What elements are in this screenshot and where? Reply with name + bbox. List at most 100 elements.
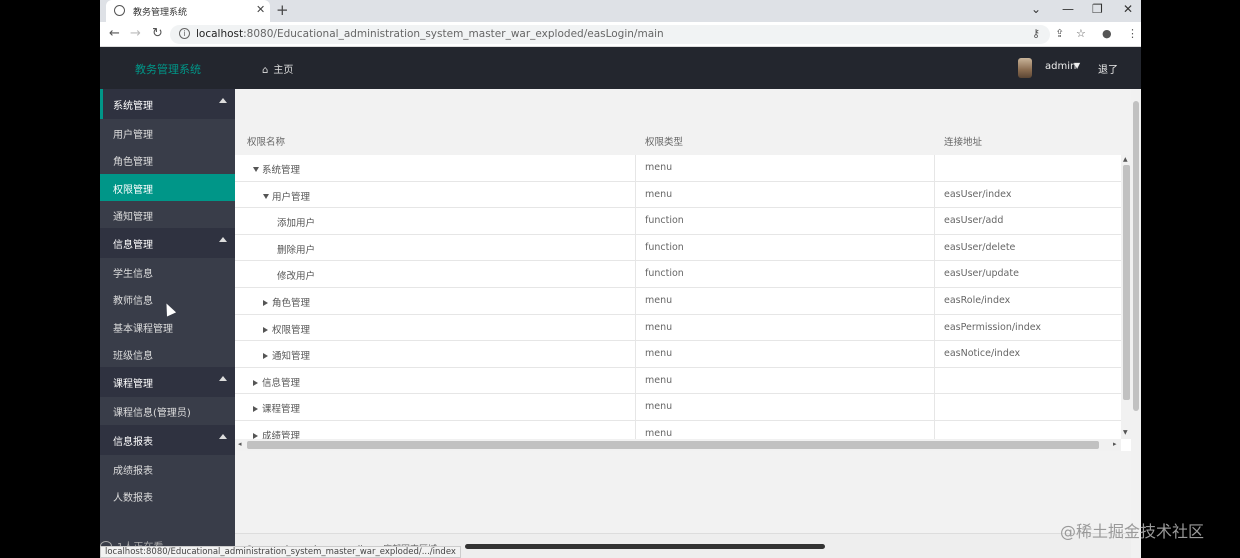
permission-type-cell: function: [645, 215, 684, 227]
sidebar-group-reports[interactable]: 信息报表: [100, 424, 235, 455]
scrollbar-thumb[interactable]: [1123, 165, 1130, 400]
permission-type-cell: menu: [645, 401, 673, 413]
avatar[interactable]: [1018, 58, 1032, 78]
close-window-button[interactable]: ✕: [1123, 2, 1133, 16]
globe-icon: [114, 5, 125, 16]
permission-url-cell: easUser/delete: [944, 241, 1016, 253]
table-row[interactable]: 删除用户 function easUser/delete: [235, 235, 1121, 262]
table-vertical-scrollbar[interactable]: ▲ ▼: [1121, 155, 1131, 439]
tab-title: 教务管理系统: [133, 8, 188, 18]
minimize-button[interactable]: —: [1062, 2, 1074, 16]
sidebar-item-permissions[interactable]: 权限管理: [100, 173, 235, 201]
caret-right-icon[interactable]: [263, 299, 268, 306]
share-icon[interactable]: ⇪: [1055, 27, 1064, 40]
column-header-type: 权限类型: [645, 137, 684, 148]
url-host: localhost: [196, 28, 244, 40]
sidebar-item-course-info[interactable]: 课程信息(管理员): [100, 397, 235, 424]
key-icon[interactable]: ⚷: [1032, 27, 1040, 40]
caret-right-icon[interactable]: [263, 353, 268, 360]
permission-url-cell: easRole/index: [944, 294, 1011, 306]
sidebar-item-roles[interactable]: 角色管理: [100, 146, 235, 173]
permission-url-cell: easUser/add: [944, 215, 1004, 227]
permission-url-cell: easUser/update: [944, 268, 1019, 280]
sidebar-item-notices[interactable]: 通知管理: [100, 201, 235, 228]
caret-right-icon[interactable]: [253, 406, 258, 413]
permission-name-cell: 权限管理: [263, 322, 310, 336]
scrollbar-thumb[interactable]: [1133, 101, 1139, 411]
scrollbar-thumb[interactable]: [247, 441, 1099, 449]
scroll-left-icon[interactable]: ◂: [238, 440, 242, 448]
permission-name-cell: 课程管理: [253, 401, 300, 415]
table-row[interactable]: 角色管理 menu easRole/index: [235, 288, 1121, 315]
permission-url-cell: easPermission/index: [944, 321, 1042, 333]
address-toolbar: ← → ↻ i localhost:8080/Educational_admin…: [100, 22, 1141, 47]
sidebar-group-label: 系统管理: [113, 101, 153, 112]
sidebar-item-courses-basic[interactable]: 基本课程管理: [100, 313, 235, 340]
url-bar[interactable]: i localhost:8080/Educational_administrat…: [170, 25, 1050, 44]
permission-name-cell: 系统管理: [253, 162, 300, 176]
table-row[interactable]: 权限管理 menu easPermission/index: [235, 315, 1121, 342]
caret-down-icon[interactable]: [253, 167, 259, 172]
chevron-down-icon[interactable]: ⌄: [1031, 2, 1041, 16]
back-arrow-icon[interactable]: ←: [109, 26, 120, 41]
caret-right-icon[interactable]: [253, 379, 258, 386]
tab-strip: 教务管理系统 ✕ + ⌄ — ❐ ✕: [100, 0, 1141, 22]
caret-down-icon[interactable]: ▼: [1074, 61, 1080, 70]
logout-link[interactable]: 退了: [1098, 61, 1118, 76]
permission-name-cell: 信息管理: [253, 375, 300, 389]
table-row[interactable]: 信息管理 menu: [235, 368, 1121, 395]
table-row[interactable]: 课程管理 menu: [235, 394, 1121, 421]
sidebar-group-courses[interactable]: 课程管理: [100, 367, 235, 398]
table-row[interactable]: 成绩管理 menu: [235, 421, 1121, 439]
permission-name-cell: 删除用户: [277, 244, 316, 256]
maximize-button[interactable]: ❐: [1092, 2, 1103, 16]
sidebar-group-system[interactable]: 系统管理: [100, 89, 235, 119]
permission-url-cell: easUser/index: [944, 188, 1012, 200]
table-row[interactable]: 用户管理 menu easUser/index: [235, 182, 1121, 209]
forward-arrow-icon[interactable]: →: [130, 26, 141, 41]
reload-icon[interactable]: ↻: [152, 26, 163, 41]
info-icon[interactable]: i: [179, 28, 190, 39]
sidebar-item-classes[interactable]: 班级信息: [100, 340, 235, 367]
close-icon[interactable]: ✕: [256, 3, 265, 16]
content-toolbar-area: [235, 89, 1131, 127]
caret-right-icon[interactable]: [263, 326, 268, 333]
home-link[interactable]: ⌂ 主页: [262, 61, 293, 76]
permission-name-cell: 角色管理: [263, 295, 310, 309]
sidebar-item-users[interactable]: 用户管理: [100, 119, 235, 146]
table-horizontal-scrollbar[interactable]: ◂ ▸: [235, 439, 1121, 451]
permission-type-cell: menu: [645, 427, 673, 439]
sidebar-group-info[interactable]: 信息管理: [100, 228, 235, 259]
video-progress-bar[interactable]: [465, 544, 825, 549]
caret-down-icon[interactable]: [263, 193, 269, 199]
permission-tree-table: 系统管理 menu 用户管理 menu easUser/index 添加用户 functio…: [235, 155, 1121, 439]
sidebar-item-students[interactable]: 学生信息: [100, 258, 235, 285]
menu-dots-icon[interactable]: ⋮: [1127, 27, 1138, 40]
user-menu[interactable]: admin: [1045, 61, 1076, 72]
permission-type-cell: menu: [645, 188, 673, 200]
scroll-up-icon[interactable]: ▲: [1123, 156, 1128, 163]
new-tab-button[interactable]: +: [276, 1, 289, 19]
star-icon[interactable]: ☆: [1076, 27, 1086, 40]
table-row[interactable]: 修改用户 function easUser/update: [235, 261, 1121, 288]
sidebar-item-count-report[interactable]: 人数报表: [100, 482, 235, 509]
permission-type-cell: function: [645, 268, 684, 280]
home-icon: ⌂: [262, 65, 269, 76]
sidebar-group-label: 课程管理: [113, 379, 153, 391]
browser-tab[interactable]: 教务管理系统 ✕: [106, 0, 270, 22]
table-row[interactable]: 添加用户 function easUser/add: [235, 208, 1121, 235]
caret-up-icon: [219, 237, 227, 243]
table-row[interactable]: 系统管理 menu: [235, 155, 1121, 182]
main-content: 权限名称 权限类型 连接地址 系统管理 menu 用户管理 menu easUser/i…: [235, 89, 1141, 558]
scroll-down-icon[interactable]: ▼: [1123, 429, 1128, 436]
permission-name-cell: 通知管理: [263, 348, 310, 362]
profile-icon[interactable]: ●: [1102, 27, 1112, 40]
permission-type-cell: menu: [645, 162, 673, 173]
scroll-right-icon[interactable]: ▸: [1113, 440, 1117, 448]
caret-up-icon: [219, 433, 227, 439]
table-row[interactable]: 通知管理 menu easNotice/index: [235, 341, 1121, 368]
page-vertical-scrollbar[interactable]: [1131, 89, 1141, 558]
sidebar-group-label: 信息管理: [113, 240, 153, 252]
permission-name-cell: 成绩管理: [253, 428, 300, 439]
sidebar-item-grade-report[interactable]: 成绩报表: [100, 455, 235, 482]
